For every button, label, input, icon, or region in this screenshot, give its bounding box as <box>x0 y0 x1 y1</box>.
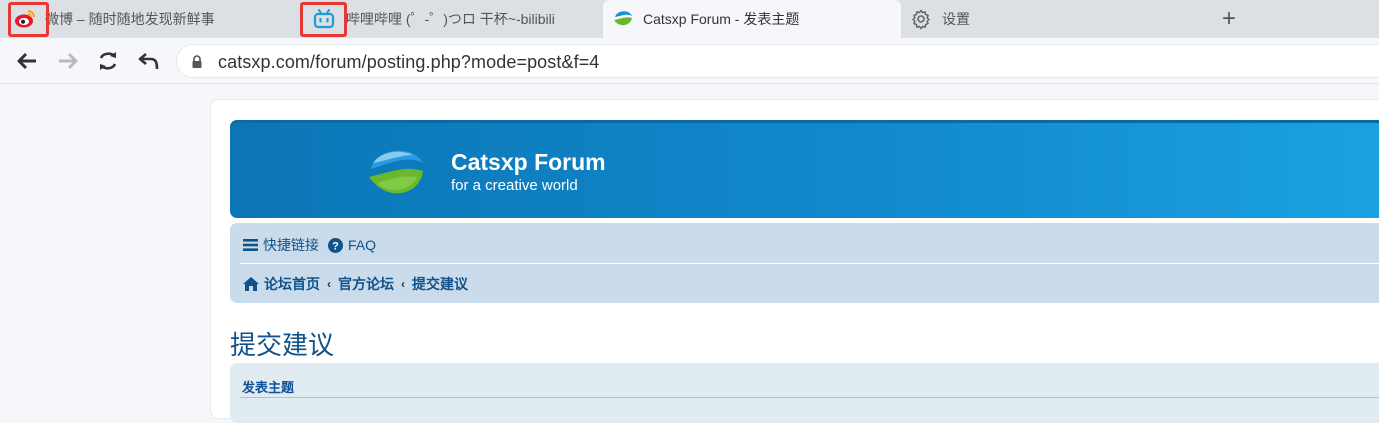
lock-icon <box>191 55 203 74</box>
reload-icon <box>99 52 117 70</box>
tab-settings[interactable]: 设置 <box>903 0 1201 38</box>
tab-catsxp-forum[interactable]: Catsxp Forum - 发表主题 <box>603 0 901 38</box>
url-text: catsxp.com/forum/posting.php?mode=post&f… <box>218 52 600 72</box>
reload-button[interactable] <box>95 48 121 74</box>
undo-icon <box>138 53 159 70</box>
gear-icon <box>909 7 933 31</box>
menu-icon <box>243 238 258 252</box>
question-circle-icon: ? <box>328 237 343 253</box>
tab-title-bilibili: 哔哩哔哩 (゜-゜)つロ 干杯~-bilibili <box>346 11 555 27</box>
faq-link[interactable]: FAQ <box>348 237 376 253</box>
nav-links: 快捷链接 ? FAQ <box>243 234 376 256</box>
breadcrumb-item-official[interactable]: 官方论坛 <box>338 274 394 294</box>
tab-title-settings: 设置 <box>942 11 970 27</box>
back-button[interactable] <box>14 48 40 74</box>
catsxp-logo[interactable] <box>367 143 425 201</box>
panel-title: 发表主题 <box>242 380 295 395</box>
site-description: for a creative world <box>451 177 578 194</box>
back-arrow-icon <box>17 52 36 70</box>
svg-text:?: ? <box>332 240 339 252</box>
panel-divider <box>240 397 1379 398</box>
forum-wrap: Catsxp Forum for a creative world 快捷链接 ?… <box>210 99 1379 423</box>
home-icon <box>243 277 259 291</box>
tab-title-weibo: 微博 – 随时随地发现新鲜事 <box>45 11 215 27</box>
site-title[interactable]: Catsxp Forum <box>451 149 606 176</box>
post-panel: 发表主题 <box>230 363 1379 423</box>
breadcrumb-separator-icon: ‹ <box>401 277 405 291</box>
forward-button[interactable] <box>55 48 81 74</box>
breadcrumb: 论坛首页 ‹ 官方论坛 ‹ 提交建议 <box>243 273 468 295</box>
new-tab-button[interactable]: + <box>1216 6 1242 32</box>
page-title[interactable]: 提交建议 <box>230 325 334 362</box>
breadcrumb-separator-icon: ‹ <box>327 277 331 291</box>
browser-toolbar: catsxp.com/forum/posting.php?mode=post&f… <box>0 38 1379 84</box>
forum-navbar: 快捷链接 ? FAQ 论坛首页 ‹ 官方论坛 ‹ 提交建议 <box>230 223 1379 303</box>
navbar-divider <box>240 263 1379 264</box>
highlight-box-weibo <box>8 2 49 37</box>
address-bar[interactable]: catsxp.com/forum/posting.php?mode=post&f… <box>176 44 1379 78</box>
forward-arrow-icon <box>59 52 78 70</box>
breadcrumb-item-suggestions[interactable]: 提交建议 <box>412 274 468 294</box>
highlight-box-bilibili <box>300 2 347 37</box>
tab-strip: 微博 – 随时随地发现新鲜事 哔哩哔哩 (゜-゜)つロ 干杯~-bilibili… <box>0 0 1379 38</box>
catsxp-icon <box>611 7 635 31</box>
breadcrumb-item-home[interactable]: 论坛首页 <box>264 274 320 294</box>
page-viewport: Catsxp Forum for a creative world 快捷链接 ?… <box>0 85 1379 423</box>
forum-header: Catsxp Forum for a creative world <box>230 120 1379 218</box>
quick-links-link[interactable]: 快捷链接 <box>263 235 319 255</box>
undo-close-button[interactable] <box>136 48 162 74</box>
tab-title-catsxp: Catsxp Forum - 发表主题 <box>643 11 800 27</box>
